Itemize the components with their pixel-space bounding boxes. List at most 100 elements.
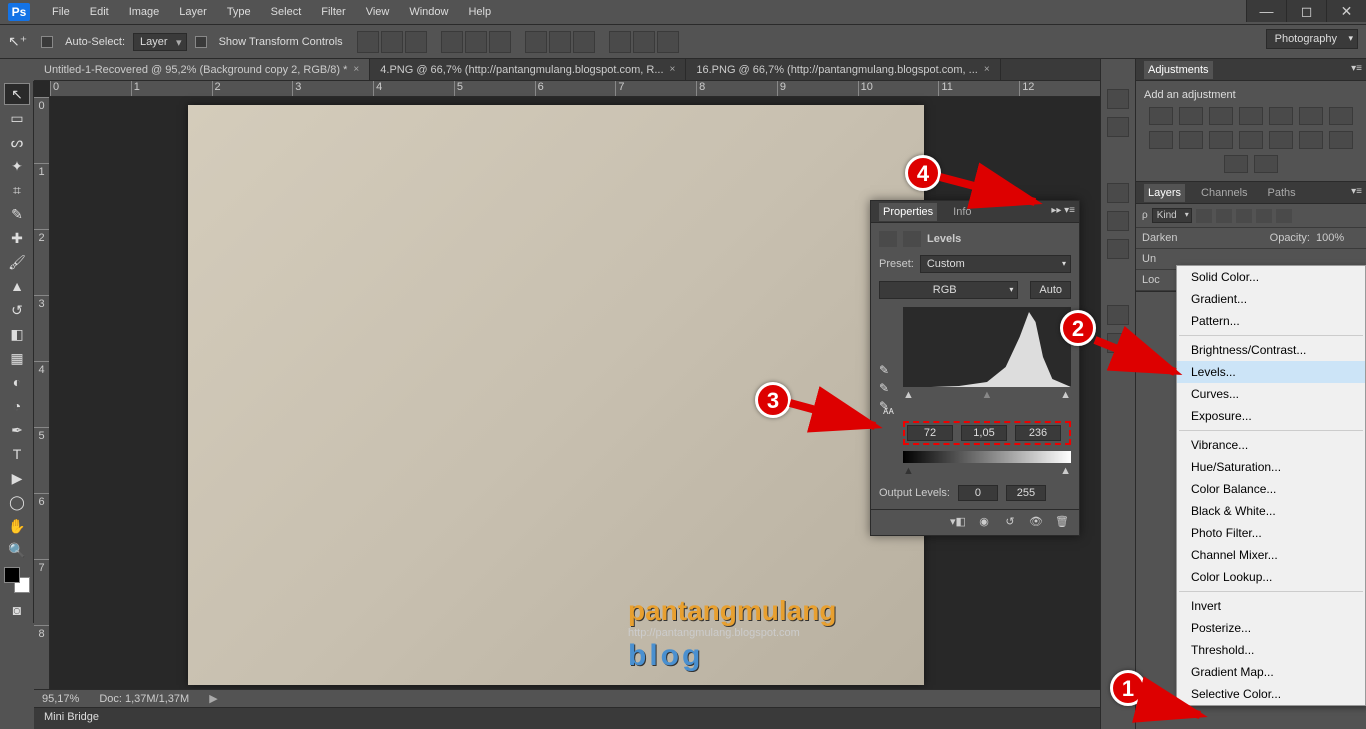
hand-tool[interactable]: ✋ [4,515,30,537]
eyedropper-tool[interactable]: ✎ [4,203,30,225]
panel-menu-icon[interactable]: ▾≡ [1351,63,1362,74]
canvas[interactable]: pantangmulang http://pantangmulang.blogs… [188,105,924,685]
blur-tool[interactable]: ◐ [4,371,30,393]
quick-mask-toggle[interactable]: ◙ [4,599,30,621]
output-white-input[interactable] [1006,485,1046,501]
black-eyedropper-icon[interactable]: ✎ [879,363,895,377]
posterize-adj-icon[interactable] [1299,131,1323,149]
channelmixer-adj-icon[interactable] [1209,131,1233,149]
move-tool[interactable]: ↖ [4,83,30,105]
histogram[interactable] [903,307,1071,387]
colorbalance-adj-icon[interactable] [1329,107,1353,125]
menu-type[interactable]: Type [217,6,261,18]
paths-tab[interactable]: Paths [1264,184,1300,202]
ctx-item-pattern[interactable]: Pattern... [1177,310,1365,332]
ctx-item-channelmixer[interactable]: Channel Mixer... [1177,544,1365,566]
distribute-icon[interactable] [609,31,631,53]
distribute-icon[interactable] [657,31,679,53]
invert-adj-icon[interactable] [1269,131,1293,149]
distribute-icon[interactable] [525,31,547,53]
zoom-tool[interactable]: 🔍 [4,539,30,561]
workspace-dropdown[interactable]: Photography [1266,29,1358,49]
align-icon[interactable] [381,31,403,53]
ctx-item-brightnesscontrast[interactable]: Brightness/Contrast... [1177,339,1365,361]
history-brush-tool[interactable]: ↺ [4,299,30,321]
ctx-item-threshold[interactable]: Threshold... [1177,639,1365,661]
panel-icon[interactable] [1107,239,1129,259]
lasso-tool[interactable]: ᔕ [4,131,30,153]
auto-select-checkbox[interactable] [41,36,53,48]
gray-eyedropper-icon[interactable]: ✎ [879,381,895,395]
menu-window[interactable]: Window [399,6,458,18]
document-tab[interactable]: Untitled-1-Recovered @ 95,2% (Background… [34,59,370,80]
properties-tab[interactable]: Properties [879,203,937,221]
gamma-input[interactable] [961,425,1007,441]
output-black-input[interactable] [958,485,998,501]
type-tool[interactable]: T [4,443,30,465]
white-eyedropper-icon[interactable]: ✎ [879,399,895,413]
ctx-item-curves[interactable]: Curves... [1177,383,1365,405]
black-point-input[interactable] [907,425,953,441]
white-point-input[interactable] [1015,425,1061,441]
curves-adj-icon[interactable] [1209,107,1233,125]
healing-brush-tool[interactable]: ✚ [4,227,30,249]
minimize-button[interactable]: — [1246,0,1286,22]
eraser-tool[interactable]: ◧ [4,323,30,345]
auto-button[interactable]: Auto [1030,281,1071,299]
menu-layer[interactable]: Layer [169,6,217,18]
photofilter-adj-icon[interactable] [1179,131,1203,149]
ctx-item-colorlookup[interactable]: Color Lookup... [1177,566,1365,588]
ctx-item-gradient[interactable]: Gradient... [1177,288,1365,310]
path-selection-tool[interactable]: ▶ [4,467,30,489]
panel-icon[interactable] [1107,211,1129,231]
threshold-adj-icon[interactable] [1329,131,1353,149]
filter-type-icon[interactable] [1236,209,1252,223]
ctx-item-gradientmap[interactable]: Gradient Map... [1177,661,1365,683]
menu-filter[interactable]: Filter [311,6,355,18]
close-button[interactable]: ✕ [1326,0,1366,22]
layer-filter-dropdown[interactable]: Kind [1152,208,1192,223]
zoom-level[interactable]: 95,17% [42,693,79,705]
actions-panel-icon[interactable] [1107,117,1129,137]
tab-close-icon[interactable]: × [353,64,359,75]
menu-edit[interactable]: Edit [80,6,119,18]
panel-menu-icon[interactable]: ▾≡ [1351,186,1362,197]
history-panel-icon[interactable] [1107,89,1129,109]
panel-icon[interactable] [1107,305,1129,325]
ctx-item-exposure[interactable]: Exposure... [1177,405,1365,427]
crop-tool[interactable]: ⌗ [4,179,30,201]
channels-tab[interactable]: Channels [1197,184,1251,202]
maximize-button[interactable]: ◻ [1286,0,1326,22]
filter-smart-icon[interactable] [1276,209,1292,223]
align-icon[interactable] [357,31,379,53]
ctx-item-levels[interactable]: Levels... [1177,361,1365,383]
info-tab[interactable]: Info [949,203,975,221]
distribute-icon[interactable] [549,31,571,53]
preset-dropdown[interactable]: Custom [920,255,1071,273]
exposure-adj-icon[interactable] [1239,107,1263,125]
align-icon[interactable] [465,31,487,53]
clone-stamp-tool[interactable]: ▲ [4,275,30,297]
brush-tool[interactable]: 🖌 [4,251,30,273]
hue-adj-icon[interactable] [1299,107,1323,125]
visibility-icon[interactable]: 👁 [1027,515,1045,531]
shape-tool[interactable]: ◯ [4,491,30,513]
vibrance-adj-icon[interactable] [1269,107,1293,125]
previous-state-icon[interactable]: ◉ [975,515,993,531]
menu-file[interactable]: File [42,6,80,18]
panel-icon[interactable] [1107,333,1129,353]
show-transform-checkbox[interactable] [195,36,207,48]
ctx-item-blackwhite[interactable]: Black & White... [1177,500,1365,522]
dodge-tool[interactable]: ◔ [4,395,30,417]
document-tab[interactable]: 16.PNG @ 66,7% (http://pantangmulang.blo… [686,59,1000,80]
adjustments-tab[interactable]: Adjustments [1144,61,1213,79]
pen-tool[interactable]: ✒ [4,419,30,441]
blend-mode-dropdown[interactable]: Darken [1142,232,1264,244]
ctx-item-posterize[interactable]: Posterize... [1177,617,1365,639]
align-icon[interactable] [441,31,463,53]
gradient-tool[interactable]: ▦ [4,347,30,369]
ctx-item-solidcolor[interactable]: Solid Color... [1177,266,1365,288]
document-tab[interactable]: 4.PNG @ 66,7% (http://pantangmulang.blog… [370,59,686,80]
distribute-icon[interactable] [633,31,655,53]
output-gradient[interactable] [903,451,1071,463]
